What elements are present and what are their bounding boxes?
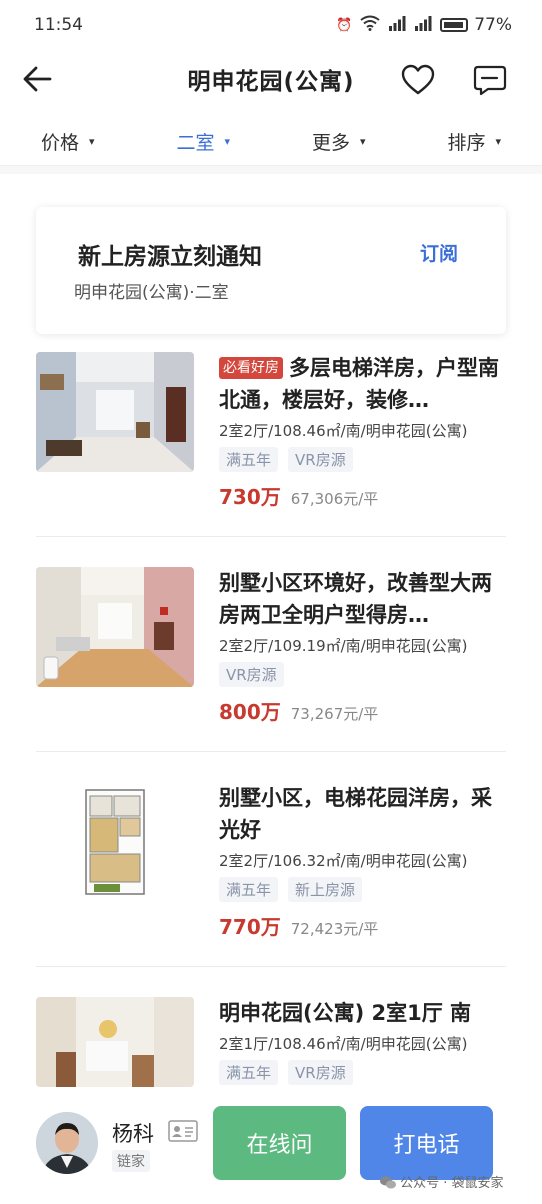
- filter-label: 价格: [40, 132, 79, 154]
- filter-label: 更多: [311, 132, 350, 154]
- listing-item[interactable]: 别墅小区，电梯花园洋房，采光好 2室2厅/106.32㎡/南/明申花园(公寓) …: [36, 782, 506, 942]
- status-bar: 11:54 ⏰ 77%: [0, 0, 542, 50]
- subscribe-desc: 明申花园(公寓)·二室: [74, 283, 229, 303]
- listing-item[interactable]: 必看好房 多层电梯洋房，户型南北通，楼层好，装修… 2室2厅/108.46㎡/南/…: [36, 352, 506, 512]
- subscribe-card[interactable]: 新上房源立刻通知 明申花园(公寓)·二室 订阅: [36, 207, 506, 334]
- tag: 满五年: [219, 1060, 279, 1085]
- chevron-down-icon: ▾: [495, 135, 502, 148]
- listing-photo[interactable]: [36, 997, 194, 1087]
- listing-meta: 2室2厅/108.46㎡/南/明申花园(公寓): [219, 422, 468, 440]
- tag: VR房源: [219, 662, 284, 687]
- price-row: 730万 67,306元/平: [219, 481, 509, 510]
- listing-title[interactable]: 明申花园(公寓) 2室1厅 南: [219, 997, 506, 1029]
- listing-info: 明申花园(公寓) 2室1厅 南 2室1厅/108.46㎡/南/明申花园(公寓) …: [219, 997, 506, 1085]
- wifi-icon: [360, 15, 380, 35]
- watermark-text: 公众号 · 袋鼠安家: [400, 1176, 504, 1191]
- tag: VR房源: [288, 447, 353, 472]
- listing-title[interactable]: 必看好房 多层电梯洋房，户型南北通，楼层好，装修…: [219, 352, 509, 416]
- business-card-icon[interactable]: [168, 1120, 198, 1142]
- unit-price: 72,423元/平: [290, 920, 379, 938]
- subscribe-title: 新上房源立刻通知: [78, 244, 262, 270]
- tag: 满五年: [219, 447, 279, 472]
- wechat-icon: [380, 1176, 400, 1191]
- battery-indicator: 77%: [440, 15, 512, 35]
- section-divider: [0, 166, 542, 174]
- filter-more[interactable]: 更多 ▾: [271, 118, 407, 165]
- listing-photo[interactable]: [36, 567, 194, 687]
- filter-price[interactable]: 价格 ▾: [0, 118, 136, 165]
- battery-percent: 77%: [474, 15, 512, 35]
- agent-bar: 杨科 链家 在线问 打电话 公众号 · 袋鼠安家: [0, 1090, 542, 1204]
- agent-avatar[interactable]: [36, 1112, 98, 1174]
- total-price: 730万: [219, 485, 281, 509]
- call-button[interactable]: 打电话: [360, 1106, 493, 1180]
- chevron-down-icon: ▾: [88, 135, 95, 148]
- filter-label: 二室: [176, 132, 215, 154]
- filter-rooms[interactable]: 二室 ▾: [136, 118, 272, 165]
- chevron-down-icon: ▾: [224, 135, 231, 148]
- heart-icon[interactable]: [398, 62, 438, 98]
- listing-tags: 满五年 VR房源: [219, 1060, 506, 1085]
- listing-info: 别墅小区，电梯花园洋房，采光好 2室2厅/106.32㎡/南/明申花园(公寓) …: [219, 782, 509, 940]
- listing-title[interactable]: 别墅小区环境好，改善型大两房两卫全明户型得房…: [219, 567, 509, 631]
- message-icon[interactable]: [470, 62, 510, 98]
- unit-price: 73,267元/平: [290, 705, 379, 723]
- list-divider: [36, 536, 506, 537]
- listing-item[interactable]: 别墅小区环境好，改善型大两房两卫全明户型得房… 2室2厅/109.19㎡/南/明…: [36, 567, 506, 727]
- signal-icon-2: [414, 15, 432, 35]
- agent-company: 链家: [112, 1150, 150, 1172]
- agent-name: 杨科: [112, 1122, 154, 1146]
- listing-meta: 2室2厅/109.19㎡/南/明申花园(公寓): [219, 637, 468, 655]
- list-divider: [36, 751, 506, 752]
- alarm-icon: ⏰: [336, 17, 353, 33]
- listing-info: 别墅小区环境好，改善型大两房两卫全明户型得房… 2室2厅/109.19㎡/南/明…: [219, 567, 509, 725]
- must-see-badge: 必看好房: [219, 357, 283, 379]
- status-time: 11:54: [34, 15, 83, 35]
- list-divider: [36, 966, 506, 967]
- listing-tags: 满五年 新上房源: [219, 877, 509, 902]
- page-title: 明申花园(公寓): [187, 69, 355, 95]
- listing-item[interactable]: 明申花园(公寓) 2室1厅 南 2室1厅/108.46㎡/南/明申花园(公寓) …: [36, 997, 506, 1087]
- listing-meta: 2室2厅/106.32㎡/南/明申花园(公寓): [219, 852, 468, 870]
- price-row: 800万 73,267元/平: [219, 696, 509, 725]
- unit-price: 67,306元/平: [290, 490, 379, 508]
- tag: VR房源: [288, 1060, 353, 1085]
- battery-icon: [440, 18, 469, 32]
- online-chat-button[interactable]: 在线问: [213, 1106, 346, 1180]
- filter-bar: 价格 ▾ 二室 ▾ 更多 ▾ 排序 ▾: [0, 118, 542, 166]
- listing-meta: 2室1厅/108.46㎡/南/明申花园(公寓): [219, 1035, 468, 1053]
- filter-sort[interactable]: 排序 ▾: [407, 118, 542, 165]
- listing-photo[interactable]: [36, 352, 194, 472]
- tag: 满五年: [219, 877, 279, 902]
- price-row: 770万 72,423元/平: [219, 911, 509, 940]
- listing-title[interactable]: 别墅小区，电梯花园洋房，采光好: [219, 782, 509, 846]
- listing-floorplan[interactable]: [36, 782, 194, 902]
- chevron-down-icon: ▾: [359, 135, 366, 148]
- subscribe-button[interactable]: 订阅: [420, 239, 458, 266]
- tag: 新上房源: [288, 877, 363, 902]
- status-icons: ⏰ 77%: [336, 15, 512, 35]
- total-price: 800万: [219, 700, 281, 724]
- filter-label: 排序: [447, 132, 486, 154]
- total-price: 770万: [219, 915, 281, 939]
- listing-info: 必看好房 多层电梯洋房，户型南北通，楼层好，装修… 2室2厅/108.46㎡/南/…: [219, 352, 509, 510]
- listing-tags: 满五年 VR房源: [219, 447, 509, 472]
- signal-icon-1: [388, 15, 406, 35]
- watermark: 公众号 · 袋鼠安家: [380, 1172, 504, 1191]
- listing-tags: VR房源: [219, 662, 509, 687]
- nav-bar: 明申花园(公寓): [0, 50, 542, 112]
